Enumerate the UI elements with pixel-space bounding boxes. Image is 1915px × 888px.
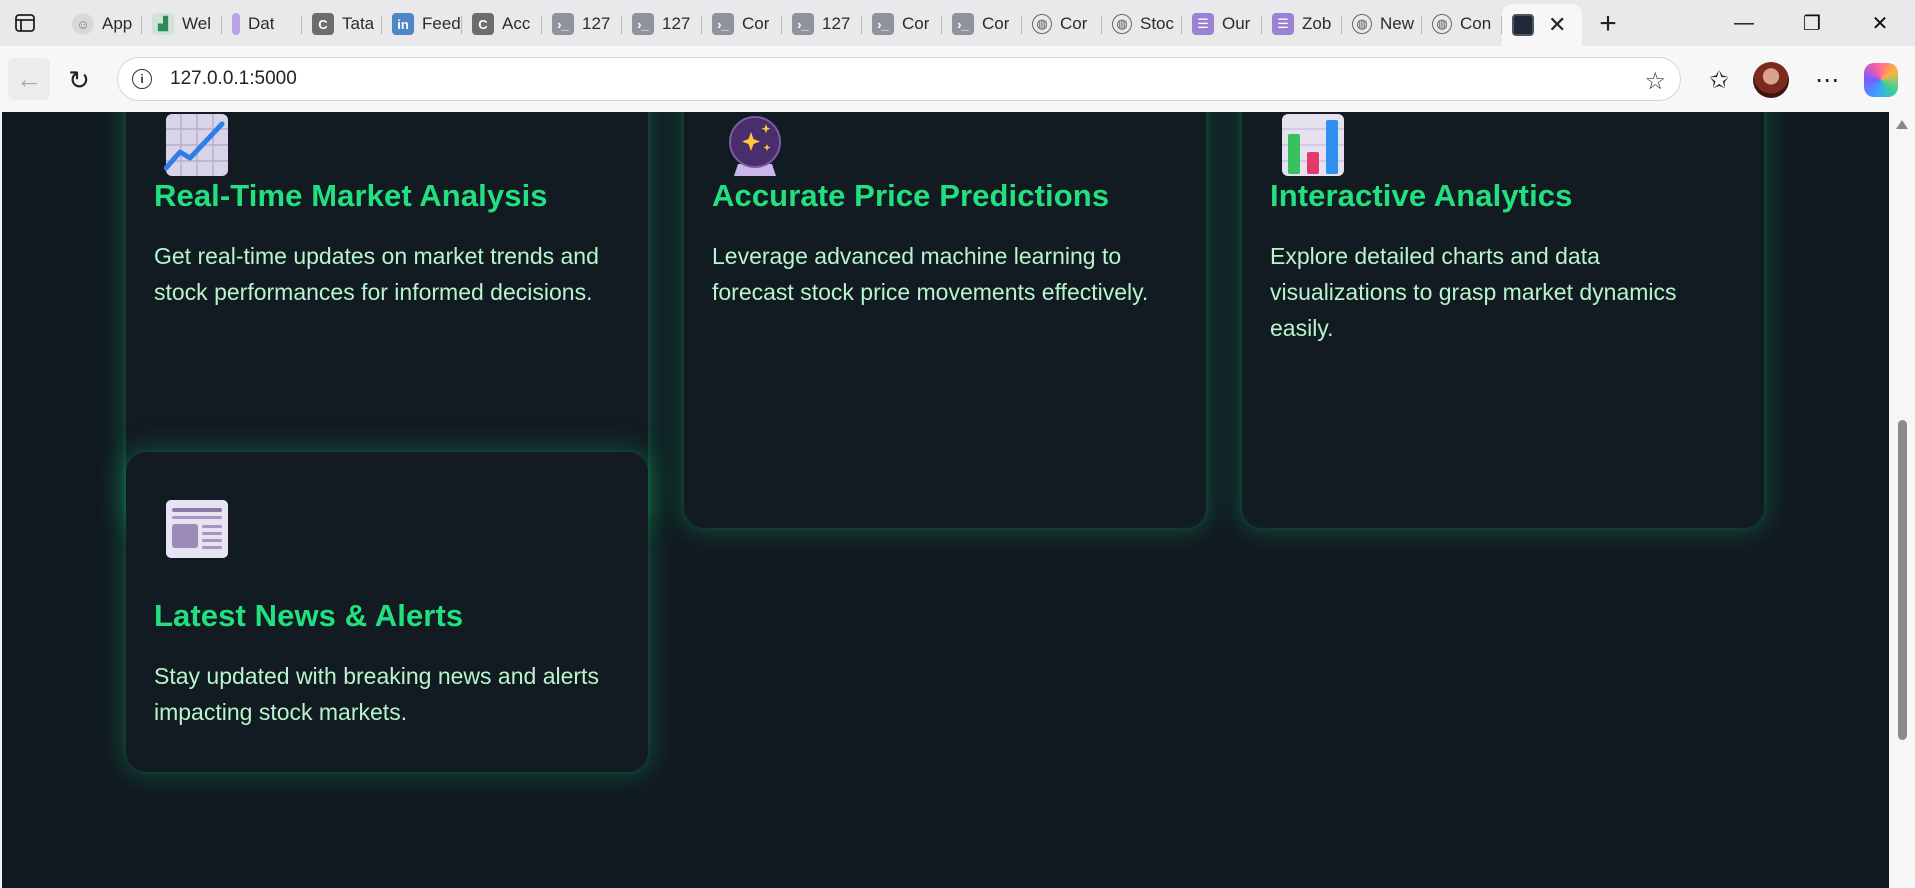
tab-title: Cor (902, 14, 930, 33)
browser-tab[interactable]: ☺ App (62, 4, 142, 44)
tab-title: Cor (1060, 14, 1088, 33)
new-tab-button[interactable]: + (1588, 4, 1628, 44)
tab-title: Dat (248, 14, 275, 33)
browser-toolbar: ← ↻ i 127.0.0.1:5000 ☆ ✩ ⋯ (0, 46, 1915, 112)
browser-tab[interactable]: ☰ Zob (1262, 4, 1342, 44)
address-url[interactable]: 127.0.0.1:5000 (170, 68, 297, 90)
tab-title: Feed (422, 14, 460, 33)
tab-title: Wel (182, 14, 211, 33)
feature-title: Real-Time Market Analysis (154, 178, 548, 213)
tab-title: Cor (982, 14, 1010, 33)
chart-favicon-icon: ▟ (152, 13, 174, 35)
bar-favicon-icon (232, 13, 240, 35)
globe-icon: ◍ (1112, 14, 1132, 34)
browser-tab[interactable]: C Acc (462, 4, 542, 44)
browser-tab[interactable]: ›_ Cor (862, 4, 942, 44)
reload-icon[interactable]: ↻ (62, 63, 96, 97)
browser-tab[interactable]: Dat (222, 4, 302, 44)
favorite-star-icon[interactable]: ☆ (1644, 67, 1666, 96)
tab-title: Zob (1302, 14, 1332, 33)
globe-icon: ◍ (1032, 14, 1052, 34)
browser-tab[interactable]: ›_ Cor (702, 4, 782, 44)
page-viewport: Real-Time Market Analysis Get real-time … (2, 112, 1889, 888)
scroll-up-arrow-icon[interactable] (1896, 120, 1908, 129)
newspaper-icon (166, 500, 228, 558)
tab-title: Acc (502, 14, 531, 33)
terminal-icon (1512, 14, 1534, 36)
browser-tab[interactable]: ▟ Wel (142, 4, 222, 44)
tab-title: Our (1222, 14, 1251, 33)
browser-tab[interactable]: in Feed (382, 4, 462, 44)
browser-tab[interactable]: ›_ 127 (782, 4, 862, 44)
browser-tab[interactable]: ›_ 127 (542, 4, 622, 44)
tab-title: Stoc (1140, 14, 1175, 33)
browser-tab[interactable]: ◍ Con (1422, 4, 1502, 44)
feature-title: Latest News & Alerts (154, 598, 464, 633)
feature-card: Latest News & Alerts Stay updated with b… (126, 452, 648, 772)
tab-title: App (102, 14, 133, 33)
tab-title: 127 (662, 14, 691, 33)
terminal-icon: ›_ (872, 13, 894, 35)
feature-description: Leverage advanced machine learning to fo… (712, 243, 1149, 305)
feature-title: Interactive Analytics (1270, 178, 1573, 213)
crystal-ball-icon (729, 116, 781, 176)
feature-card: Interactive Analytics Explore detailed c… (1242, 112, 1764, 528)
tab-title: Con (1460, 14, 1492, 33)
copilot-icon[interactable] (1864, 63, 1898, 97)
feature-description: Get real-time updates on market trends a… (154, 243, 599, 305)
site-info-icon[interactable]: i (132, 69, 152, 89)
feature-description: Stay updated with breaking news and aler… (154, 663, 599, 725)
line-chart-icon (164, 114, 228, 176)
favorites-icon[interactable]: ✩ (1702, 63, 1736, 97)
linkedin-icon: in (392, 13, 414, 35)
browser-tab[interactable]: ☰ Our (1182, 4, 1262, 44)
browser-tab[interactable]: ◍ New (1342, 4, 1422, 44)
minimize-button[interactable]: — (1710, 0, 1778, 46)
terminal-icon: ›_ (952, 13, 974, 35)
tab-actions-icon[interactable] (12, 12, 38, 34)
c-logo-icon: C (312, 13, 334, 35)
active-browser-tab[interactable]: ✕ (1502, 4, 1582, 46)
tab-title: Tata (342, 14, 375, 33)
maximize-button[interactable]: ❐ (1778, 0, 1846, 46)
user-circle-icon: ☺ (72, 13, 94, 35)
terminal-icon: ›_ (712, 13, 734, 35)
tab-title: Cor (742, 14, 770, 33)
more-options-icon[interactable]: ⋯ (1810, 63, 1844, 97)
browser-tab[interactable]: C Tata (302, 4, 382, 44)
back-arrow-icon[interactable]: ← (8, 58, 50, 100)
globe-icon: ◍ (1432, 14, 1452, 34)
close-tab-icon[interactable]: ✕ (1548, 12, 1566, 38)
terminal-icon: ›_ (632, 13, 654, 35)
feature-card: Accurate Price Predictions Leverage adva… (684, 112, 1206, 528)
tabs-row: ☺ App ▟ Wel Dat C Tata in Feed C Acc ›_ 127 ›_… (62, 4, 1645, 46)
list-icon: ☰ (1272, 13, 1294, 35)
close-window-button[interactable]: ✕ (1846, 0, 1914, 46)
scrollbar-thumb[interactable] (1898, 420, 1907, 740)
browser-tab[interactable]: ›_ 127 (622, 4, 702, 44)
tab-title: New (1380, 14, 1415, 33)
list-icon: ☰ (1192, 13, 1214, 35)
feature-description: Explore detailed charts and data visuali… (1270, 243, 1677, 341)
browser-tab[interactable]: ›_ Cor (942, 4, 1022, 44)
c-logo-icon: C (472, 13, 494, 35)
terminal-icon: ›_ (552, 13, 574, 35)
bar-chart-icon (1282, 114, 1344, 176)
address-bar[interactable]: i 127.0.0.1:5000 ☆ (117, 57, 1681, 101)
feature-title: Accurate Price Predictions (712, 178, 1110, 213)
terminal-icon: ›_ (792, 13, 814, 35)
tab-title: 127 (822, 14, 851, 33)
profile-avatar[interactable] (1753, 62, 1789, 98)
globe-icon: ◍ (1352, 14, 1372, 34)
vertical-scrollbar[interactable] (1889, 112, 1915, 888)
tab-title: 127 (582, 14, 611, 33)
browser-tab-strip: ☺ App ▟ Wel Dat C Tata in Feed C Acc ›_ 127 ›_… (0, 0, 1915, 46)
browser-tab[interactable]: ◍ Cor (1022, 4, 1102, 44)
browser-tab[interactable]: ◍ Stoc (1102, 4, 1182, 44)
